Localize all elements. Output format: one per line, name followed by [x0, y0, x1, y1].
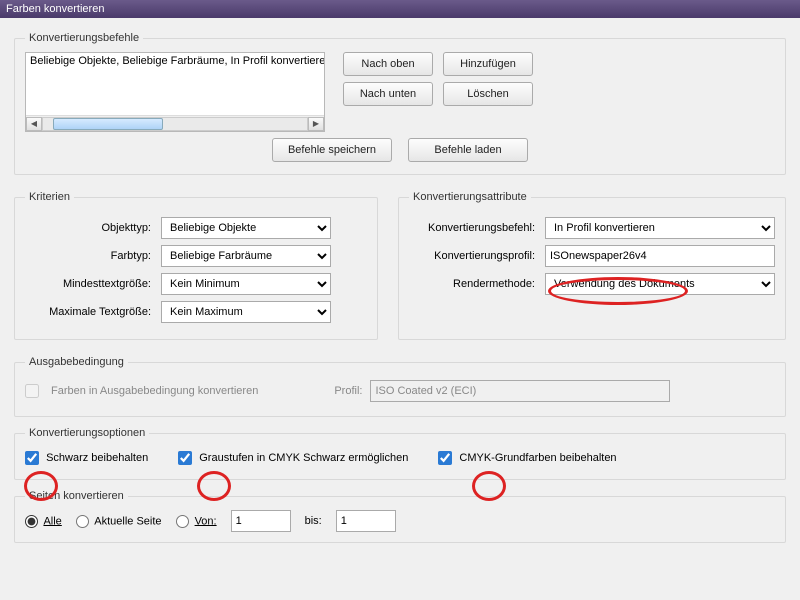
render-method-label: Rendermethode: — [409, 278, 539, 290]
move-up-button[interactable]: Nach oben — [343, 52, 433, 76]
conv-command-label: Konvertierungsbefehl: — [409, 222, 539, 234]
conv-profile-input[interactable] — [545, 245, 775, 267]
scroll-thumb[interactable] — [53, 118, 163, 130]
conv-command-select[interactable]: In Profil konvertieren — [545, 217, 775, 239]
pages-all-option[interactable]: Alle — [25, 515, 62, 528]
pages-from-option[interactable]: Von: — [176, 515, 217, 528]
pages-all-radio[interactable] — [25, 515, 38, 528]
h-scrollbar[interactable]: ◀ ▶ — [26, 115, 324, 131]
dialog-body: Konvertierungsbefehle Beliebige Objekte,… — [0, 18, 800, 561]
move-down-button[interactable]: Nach unten — [343, 82, 433, 106]
commands-list-item[interactable]: Beliebige Objekte, Beliebige Farbräume, … — [26, 53, 324, 69]
pages-to-input[interactable] — [336, 510, 396, 532]
load-commands-button[interactable]: Befehle laden — [408, 138, 528, 162]
scroll-right-icon[interactable]: ▶ — [308, 117, 324, 131]
pages-from-label: Von: — [195, 515, 217, 527]
preserve-primaries-label: CMYK-Grundfarben beibehalten — [459, 452, 616, 464]
preserve-primaries-checkbox[interactable] — [438, 451, 452, 465]
window-title: Farben konvertieren — [6, 3, 104, 15]
commands-legend: Konvertierungsbefehle — [25, 32, 143, 44]
pages-current-label: Aktuelle Seite — [94, 515, 161, 527]
scroll-left-icon[interactable]: ◀ — [26, 117, 42, 131]
min-text-label: Mindesttextgröße: — [25, 278, 155, 290]
output-legend: Ausgabebedingung — [25, 356, 128, 368]
gray-to-k-checkbox[interactable] — [178, 451, 192, 465]
delete-button[interactable]: Löschen — [443, 82, 533, 106]
output-group: Ausgabebedingung Farben in Ausgabebeding… — [14, 356, 786, 417]
convert-to-output-checkbox — [25, 384, 39, 398]
commands-group: Konvertierungsbefehle Beliebige Objekte,… — [14, 32, 786, 175]
criteria-group: Kriterien Objekttyp: Beliebige Objekte F… — [14, 191, 378, 340]
pages-current-option[interactable]: Aktuelle Seite — [76, 515, 162, 528]
pages-legend: Seiten konvertieren — [25, 490, 128, 502]
preserve-black-checkbox[interactable] — [25, 451, 39, 465]
pages-all-label: Alle — [43, 515, 61, 527]
pages-to-label: bis: — [305, 515, 322, 527]
pages-from-radio[interactable] — [176, 515, 189, 528]
window-titlebar: Farben konvertieren — [0, 0, 800, 18]
output-profile-input — [370, 380, 670, 402]
object-type-label: Objekttyp: — [25, 222, 155, 234]
commands-buttons: Nach oben Hinzufügen Nach unten Löschen — [343, 52, 533, 106]
criteria-legend: Kriterien — [25, 191, 74, 203]
object-type-select[interactable]: Beliebige Objekte — [161, 217, 331, 239]
pages-group: Seiten konvertieren Alle Aktuelle Seite … — [14, 490, 786, 543]
attributes-group: Konvertierungsattribute Konvertierungsbe… — [398, 191, 786, 340]
pages-from-input[interactable] — [231, 510, 291, 532]
min-text-select[interactable]: Kein Minimum — [161, 273, 331, 295]
commands-listbox[interactable]: Beliebige Objekte, Beliebige Farbräume, … — [25, 52, 325, 132]
gray-to-k-option[interactable]: Graustufen in CMYK Schwarz ermöglichen — [178, 451, 408, 465]
conv-profile-label: Konvertierungsprofil: — [409, 250, 539, 262]
options-group: Konvertierungsoptionen Schwarz beibehalt… — [14, 427, 786, 480]
max-text-select[interactable]: Kein Maximum — [161, 301, 331, 323]
max-text-label: Maximale Textgröße: — [25, 306, 155, 318]
output-profile-label: Profil: — [334, 385, 362, 397]
save-commands-button[interactable]: Befehle speichern — [272, 138, 392, 162]
preserve-primaries-option[interactable]: CMYK-Grundfarben beibehalten — [438, 451, 616, 465]
add-button[interactable]: Hinzufügen — [443, 52, 533, 76]
gray-to-k-label: Graustufen in CMYK Schwarz ermöglichen — [199, 452, 408, 464]
preserve-black-label: Schwarz beibehalten — [46, 452, 148, 464]
pages-current-radio[interactable] — [76, 515, 89, 528]
options-legend: Konvertierungsoptionen — [25, 427, 149, 439]
attributes-legend: Konvertierungsattribute — [409, 191, 531, 203]
preserve-black-option[interactable]: Schwarz beibehalten — [25, 451, 148, 465]
scroll-track[interactable] — [42, 117, 308, 131]
convert-to-output-label: Farben in Ausgabebedingung konvertieren — [51, 385, 258, 397]
render-method-select[interactable]: Verwendung des Dokuments — [545, 273, 775, 295]
color-type-label: Farbtyp: — [25, 250, 155, 262]
color-type-select[interactable]: Beliebige Farbräume — [161, 245, 331, 267]
